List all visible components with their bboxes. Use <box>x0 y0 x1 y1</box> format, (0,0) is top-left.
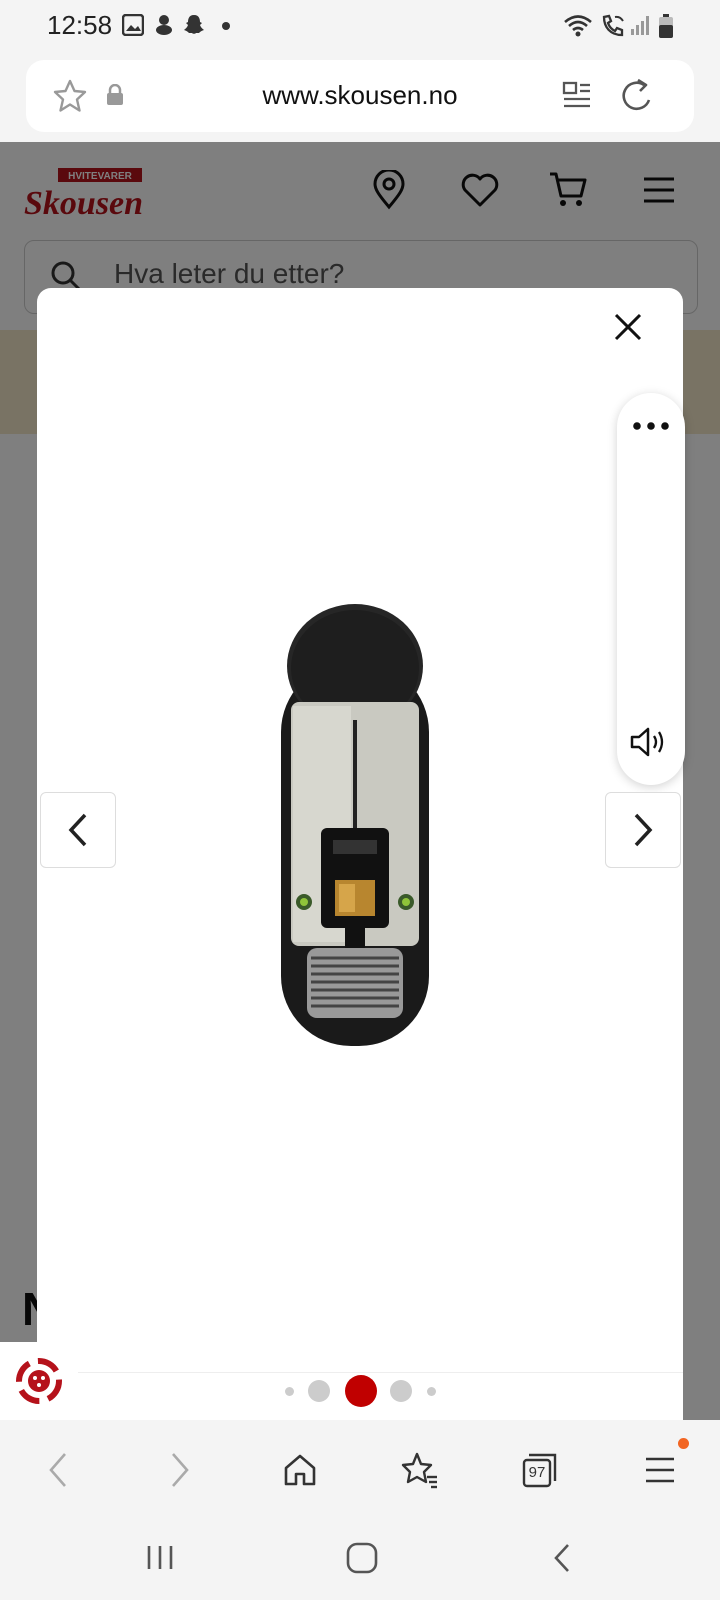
support-widget[interactable] <box>0 1342 78 1420</box>
image-gallery-modal <box>37 288 683 1420</box>
chevron-right-icon <box>632 812 654 848</box>
back-button[interactable] <box>18 1420 98 1520</box>
bookmarks-star-icon <box>400 1451 440 1489</box>
tabs-button[interactable]: 97 <box>500 1420 580 1520</box>
next-image-button[interactable] <box>605 792 681 868</box>
home-icon <box>282 1452 318 1488</box>
browser-menu-icon <box>642 1453 678 1487</box>
status-bar: 12:58 <box>0 0 720 56</box>
pagination-dot-active[interactable] <box>345 1375 377 1407</box>
gallery-pagination <box>37 1372 683 1421</box>
more-options-icon[interactable] <box>632 421 670 431</box>
bookmarks-button[interactable] <box>380 1420 460 1520</box>
battery-icon <box>658 13 674 39</box>
system-navigation-bar <box>0 1520 720 1600</box>
recent-apps-button[interactable] <box>145 1542 175 1572</box>
reader-mode-icon[interactable] <box>562 80 592 112</box>
back-system-button[interactable] <box>552 1542 572 1574</box>
forward-arrow-icon <box>170 1452 190 1488</box>
signal-icon <box>630 14 650 36</box>
home-system-button[interactable] <box>346 1542 378 1574</box>
support-icon <box>12 1354 66 1408</box>
product-image <box>281 602 429 1046</box>
close-icon[interactable] <box>613 312 643 342</box>
forward-button[interactable] <box>140 1420 220 1520</box>
notification-badge <box>678 1438 689 1449</box>
url-text[interactable]: www.skousen.no <box>26 80 694 111</box>
floating-side-panel <box>617 393 685 785</box>
address-bar[interactable]: www.skousen.no <box>26 60 694 132</box>
browser-toolbar: 97 <box>0 1420 720 1520</box>
wifi-icon <box>563 13 593 39</box>
chevron-left-icon <box>67 812 89 848</box>
reload-icon[interactable] <box>618 76 656 116</box>
status-time: 12:58 <box>47 10 113 40</box>
browser-menu-button[interactable] <box>620 1420 700 1520</box>
gallery-icon <box>122 14 144 36</box>
speaker-icon[interactable] <box>629 725 671 759</box>
dot-icon <box>222 22 230 30</box>
pagination-dot[interactable] <box>427 1387 436 1396</box>
back-arrow-icon <box>48 1452 68 1488</box>
pagination-dot[interactable] <box>285 1387 294 1396</box>
snapchat-icon <box>182 13 206 37</box>
tabs-icon: 97 <box>521 1451 559 1489</box>
notification-icon <box>154 14 174 36</box>
tab-count: 97 <box>528 1464 546 1481</box>
previous-image-button[interactable] <box>40 792 116 868</box>
home-button[interactable] <box>260 1420 340 1520</box>
wifi-calling-icon <box>600 13 626 39</box>
pagination-dot[interactable] <box>390 1380 412 1402</box>
pagination-dot[interactable] <box>308 1380 330 1402</box>
